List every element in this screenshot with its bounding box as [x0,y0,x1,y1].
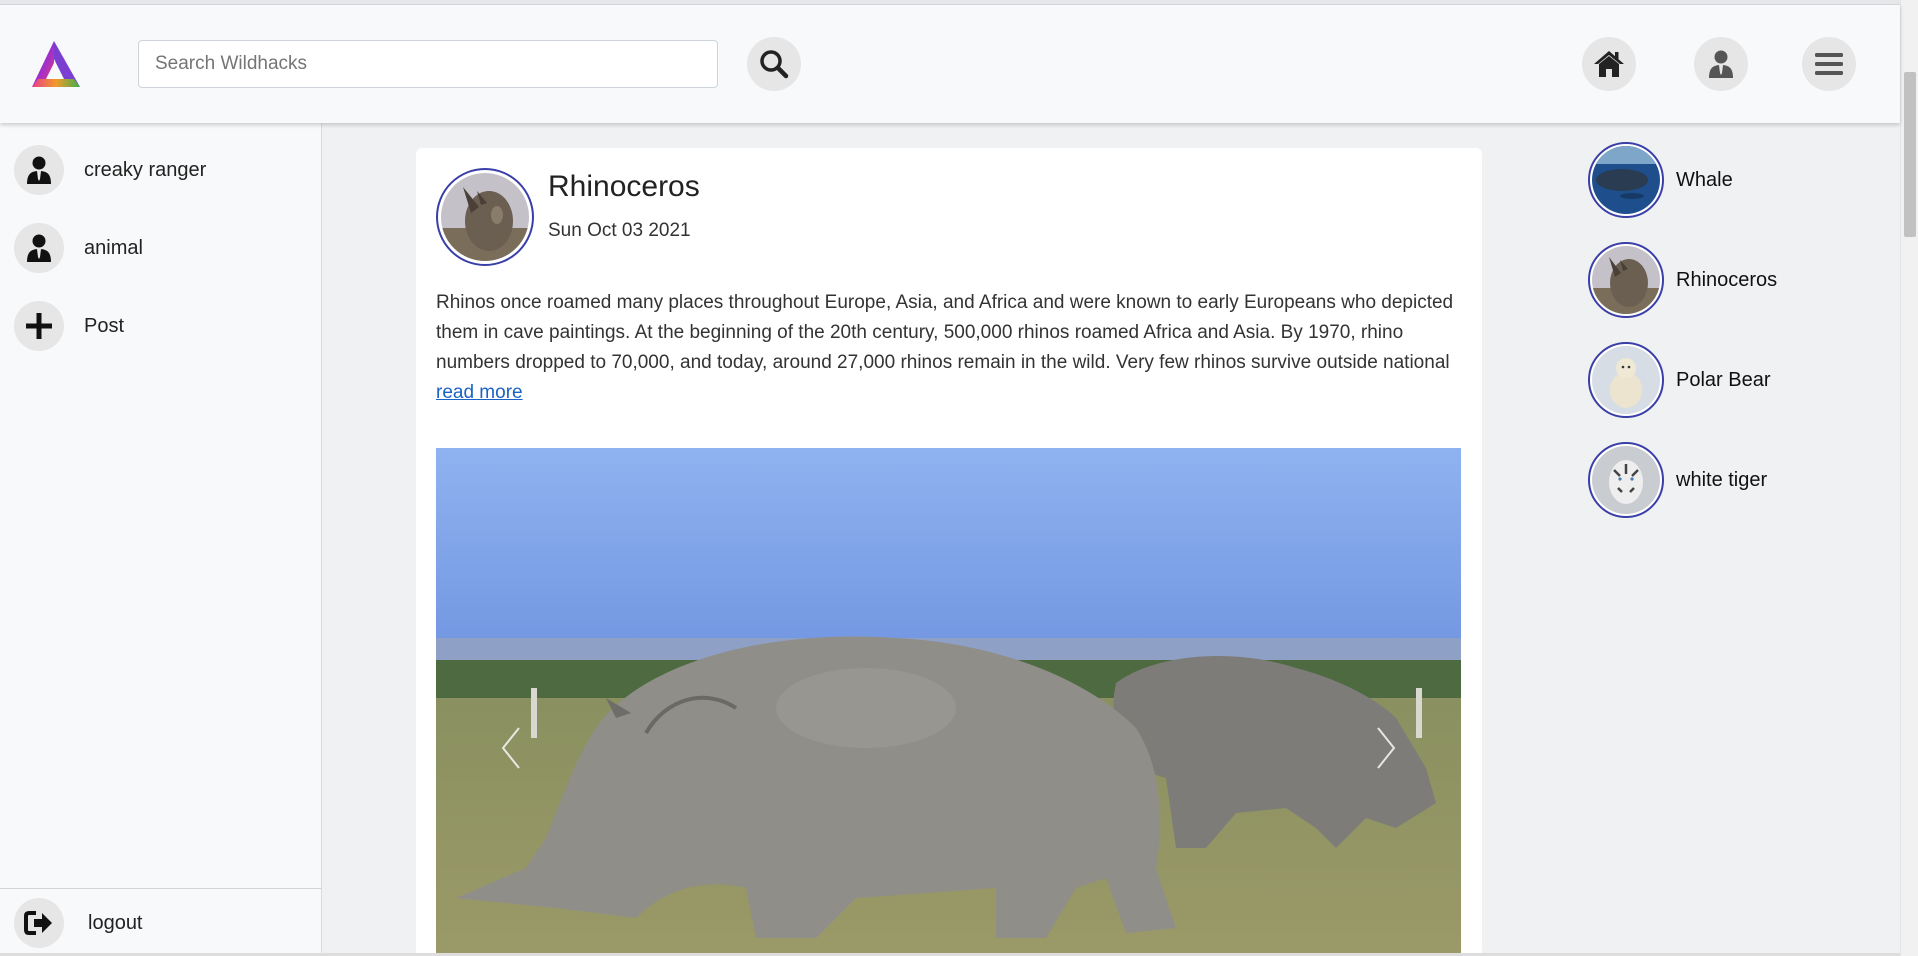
search-input[interactable] [138,40,718,88]
wildhacks-logo[interactable] [30,39,82,91]
left-sidebar: creaky ranger animal Post logout [0,123,322,956]
sidebar-item-label: Post [84,314,125,337]
search-button[interactable] [747,37,801,91]
logout-label: logout [88,911,143,934]
sidebar-item-creaky-ranger[interactable]: creaky ranger [14,145,206,195]
sidebar-item-post[interactable]: Post [14,301,124,351]
user-icon [14,145,64,195]
post-title: Rhinoceros [548,170,700,203]
sidebar-item-label: animal [84,236,143,259]
animal-avatar [1588,442,1664,518]
logout-button[interactable]: logout [14,898,143,948]
read-more-link[interactable]: read more [436,382,523,403]
post-image-carousel [436,448,1461,956]
animal-avatar [1588,142,1664,218]
rhino-photo [436,448,1461,956]
home-icon [1594,51,1624,77]
animal-item-rhinoceros[interactable]: Rhinoceros [1588,242,1777,318]
home-button[interactable] [1582,37,1636,91]
top-navbar [0,5,1900,123]
animal-label: Rhinoceros [1676,268,1778,291]
post-card: Rhinoceros Sun Oct 03 2021 Rhinos once r… [416,148,1482,956]
hamburger-icon [1815,53,1843,75]
animal-avatar [1588,242,1664,318]
post-avatar[interactable] [436,168,534,266]
user-icon [1709,50,1733,78]
scrollbar-thumb[interactable] [1904,72,1916,237]
carousel-next-icon[interactable] [1366,718,1406,778]
animal-item-whale[interactable]: Whale [1588,142,1733,218]
user-icon [14,223,64,273]
profile-button[interactable] [1694,37,1748,91]
plus-icon [14,301,64,351]
menu-button[interactable] [1802,37,1856,91]
vertical-scrollbar[interactable] [1900,0,1918,956]
post-body: Rhinos once roamed many places throughou… [436,288,1466,408]
carousel-prev-icon[interactable] [491,718,531,778]
post-body-text: Rhinos once roamed many places throughou… [436,292,1454,373]
animal-item-polar-bear[interactable]: Polar Bear [1588,342,1771,418]
animal-label: white tiger [1676,468,1768,491]
sidebar-item-animal[interactable]: animal [14,223,143,273]
search-icon [760,50,789,79]
animal-item-white-tiger[interactable]: white tiger [1588,442,1767,518]
animal-label: Polar Bear [1676,368,1771,391]
animal-avatar [1588,342,1664,418]
animal-label: Whale [1676,168,1733,191]
post-date: Sun Oct 03 2021 [548,220,691,241]
sidebar-footer: logout [0,888,322,956]
sidebar-item-label: creaky ranger [84,158,207,181]
logout-icon [14,898,64,948]
